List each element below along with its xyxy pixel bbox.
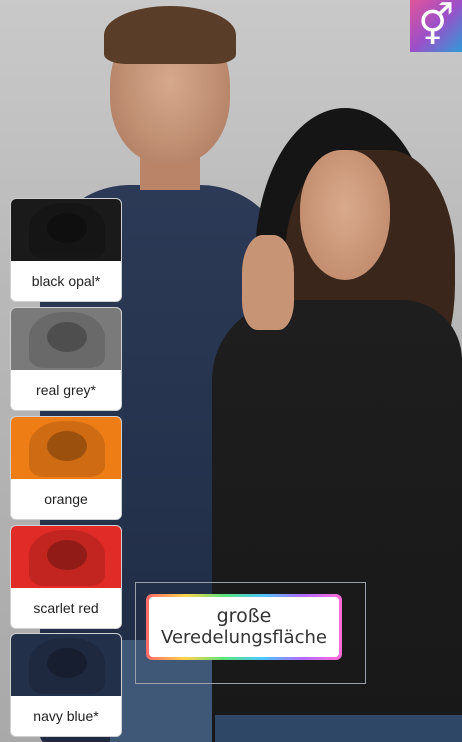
color-swatch-scarlet-red[interactable]: scarlet red	[10, 525, 122, 629]
color-swatch-orange[interactable]: orange	[10, 416, 122, 520]
product-photo: ⚥ black opal* real grey* orange scarlet …	[0, 0, 462, 742]
swatch-hoodie-image	[11, 308, 121, 372]
man-hair	[104, 6, 236, 64]
hood-opening	[47, 540, 87, 570]
swatch-hoodie-image	[11, 526, 121, 590]
woman-hand	[242, 235, 294, 330]
color-swatch-black-opal[interactable]: black opal*	[10, 198, 122, 302]
swatch-label: real grey*	[11, 370, 121, 410]
print-area-line2: Veredelungsfläche	[161, 627, 327, 648]
gender-icon: ⚥	[410, 0, 462, 52]
swatch-label: scarlet red	[11, 588, 121, 628]
woman-jeans	[215, 715, 462, 742]
print-area-line1: große	[216, 605, 272, 627]
swatch-hoodie-image	[11, 634, 121, 698]
hood-opening	[47, 213, 87, 243]
hood-opening	[47, 322, 87, 352]
swatch-label: black opal*	[11, 261, 121, 301]
swatch-hoodie-image	[11, 199, 121, 263]
swatch-label: orange	[11, 479, 121, 519]
color-swatch-navy-blue[interactable]: navy blue*	[10, 633, 122, 737]
hood-opening	[47, 648, 87, 678]
print-area-badge-inner: große Veredelungsfläche	[149, 597, 339, 657]
print-area-badge: große Veredelungsfläche	[146, 594, 342, 660]
swatch-hoodie-image	[11, 417, 121, 481]
hood-opening	[47, 431, 87, 461]
color-swatch-real-grey[interactable]: real grey*	[10, 307, 122, 411]
swatch-label: navy blue*	[11, 696, 121, 736]
woman-face	[300, 150, 390, 280]
